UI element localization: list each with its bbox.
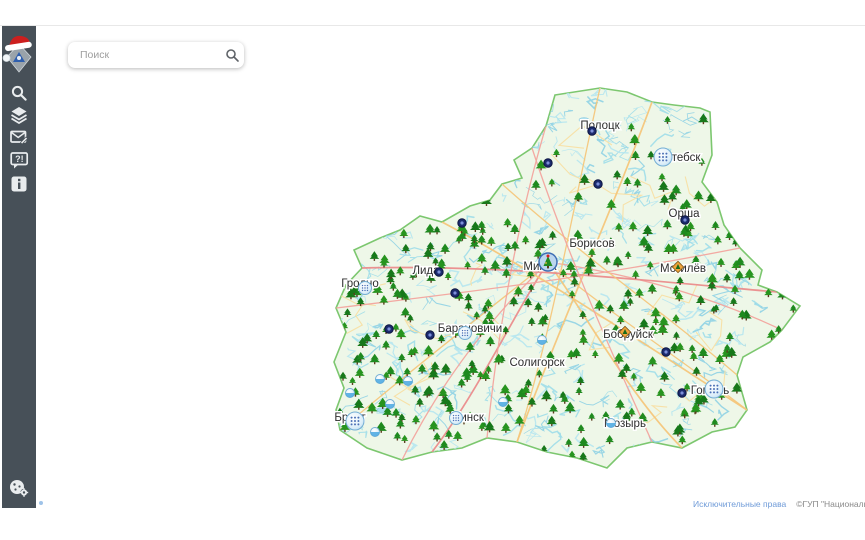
town-dot-marker[interactable] <box>678 389 686 397</box>
belarus-map-svg: ПолоцкВитебскОршаМогилёвБорисовМинскЛида… <box>322 80 807 480</box>
city-marker-Лида[interactable] <box>435 268 443 276</box>
exclusive-rights-link[interactable]: Исключительные права <box>693 499 786 509</box>
city-marker-Брест[interactable] <box>346 412 364 430</box>
snowball-marker-small[interactable] <box>346 389 355 398</box>
city-label-Солигорск: Солигорск <box>509 357 565 369</box>
snowball-marker-small[interactable] <box>499 398 508 407</box>
town-dot-marker[interactable] <box>385 325 393 333</box>
city-marker-Мозырь[interactable] <box>607 419 616 428</box>
layers-button[interactable] <box>2 105 36 125</box>
snowball-marker-small[interactable] <box>386 400 395 409</box>
app-logo-button[interactable] <box>2 31 36 79</box>
envelope-pencil-icon <box>10 128 28 146</box>
snowball-marker-small[interactable] <box>371 428 380 437</box>
town-dot-marker[interactable] <box>594 180 602 188</box>
layers-icon <box>10 106 28 124</box>
city-marker-Полоцк[interactable] <box>588 127 596 135</box>
city-marker-Витебск[interactable] <box>654 148 672 166</box>
city-marker-Пинск[interactable] <box>450 412 463 425</box>
feedback-button[interactable] <box>2 127 36 147</box>
copyright-text: ©ГУП "Национальное кадастровое агентство… <box>796 499 865 509</box>
info-square-icon <box>10 175 28 193</box>
faq-button[interactable]: ?! <box>2 150 36 170</box>
town-dot-marker[interactable] <box>451 289 459 297</box>
city-marker-Гомель[interactable] <box>705 380 723 398</box>
attribution-footer: Исключительные права ©ГУП "Национальное … <box>693 499 865 509</box>
town-dot-marker[interactable] <box>426 331 434 339</box>
search-tool-button[interactable] <box>2 83 36 103</box>
search-input[interactable] <box>78 48 220 62</box>
info-button[interactable] <box>2 174 36 194</box>
town-dot-marker[interactable] <box>458 219 466 227</box>
snowball-marker-small[interactable] <box>376 375 385 384</box>
top-bar <box>0 0 865 26</box>
snowball-marker-small[interactable] <box>404 377 413 386</box>
cookie-gear-icon <box>8 478 30 498</box>
nca-santa-logo-icon <box>2 31 36 79</box>
town-dot-marker[interactable] <box>662 348 670 356</box>
cookie-settings-button[interactable] <box>2 478 36 498</box>
map-canvas[interactable]: ПолоцкВитебскОршаМогилёвБорисовМинскЛида… <box>322 80 807 480</box>
city-label-Могилёв: Могилёв <box>660 263 706 275</box>
left-toolbar: ?! <box>2 26 36 508</box>
chat-question-icon: ?! <box>10 151 29 170</box>
search-box <box>68 42 244 68</box>
snowball-marker-small[interactable] <box>538 336 547 345</box>
city-marker-Гродно[interactable] <box>359 282 372 295</box>
svg-text:?!: ?! <box>15 154 24 164</box>
city-label-Полоцк: Полоцк <box>580 120 620 132</box>
town-dot-marker[interactable] <box>544 159 552 167</box>
search-icon <box>10 84 28 102</box>
city-label-Борисов: Борисов <box>569 238 614 250</box>
blue-dot-marker <box>39 501 43 505</box>
city-marker-Минск[interactable] <box>539 253 557 271</box>
pom-pom <box>3 55 10 62</box>
city-marker-Орша[interactable] <box>681 216 689 224</box>
search-submit-icon[interactable] <box>220 46 244 64</box>
city-marker-Барановичи[interactable] <box>459 327 472 340</box>
